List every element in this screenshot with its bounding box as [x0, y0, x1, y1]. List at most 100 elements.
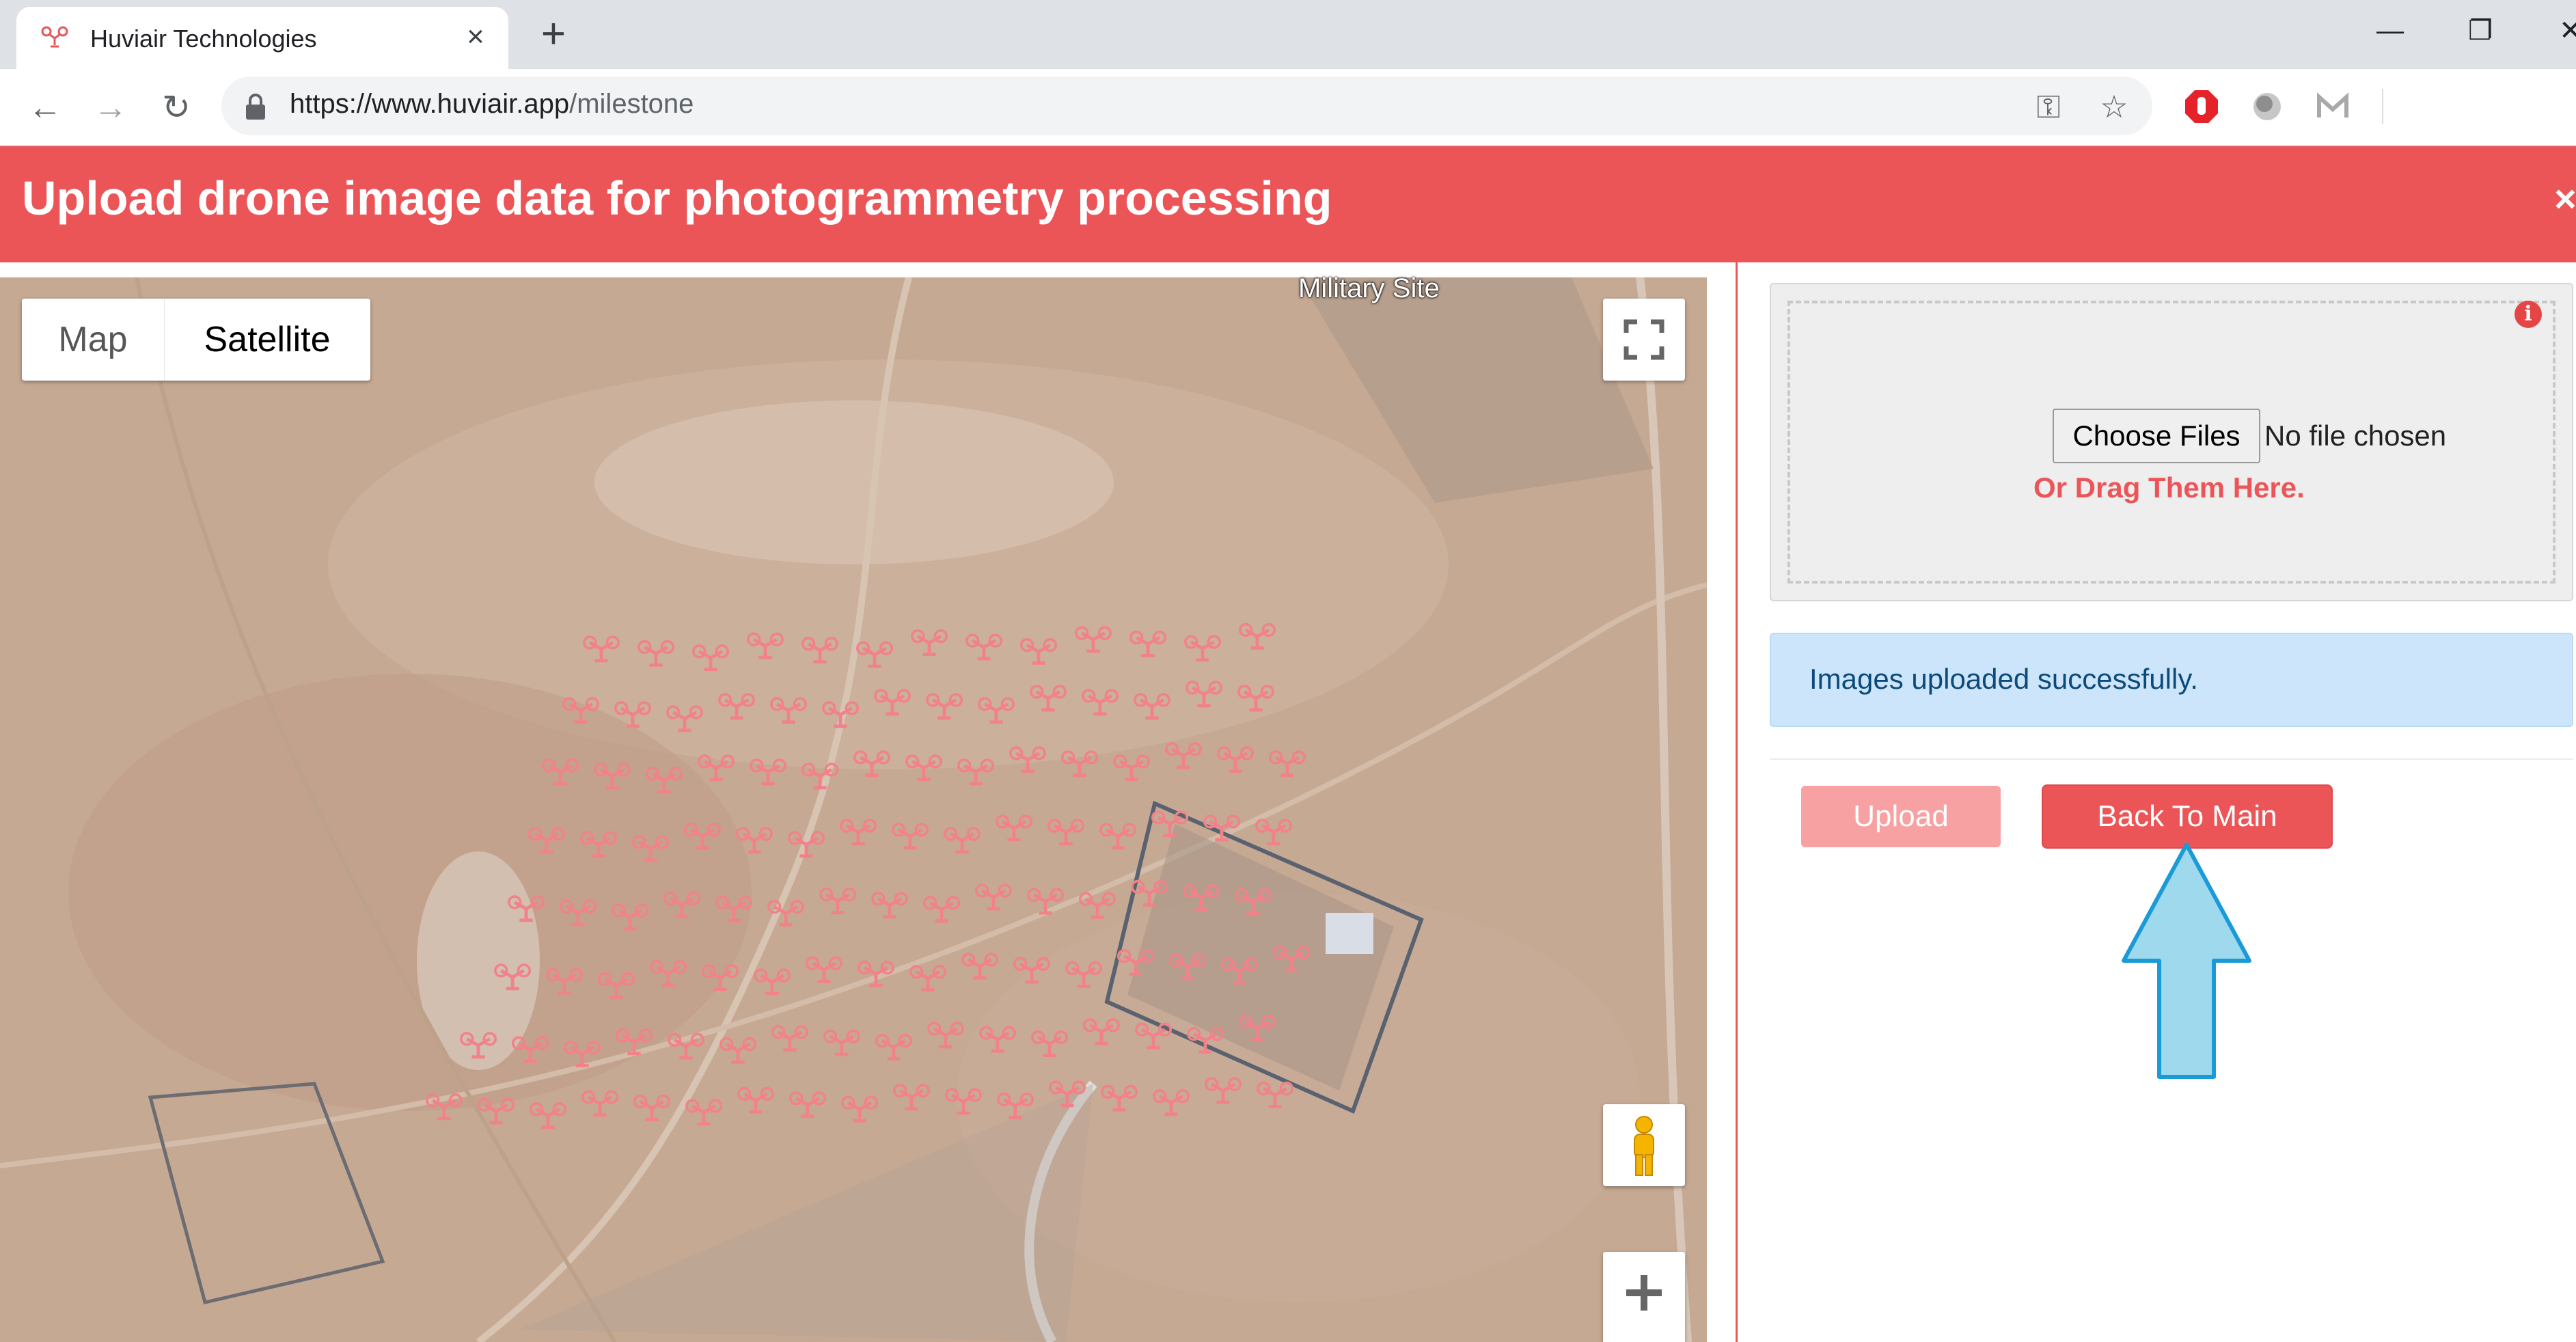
- drone-marker[interactable]: [617, 1030, 651, 1054]
- drone-marker[interactable]: [595, 764, 629, 788]
- drone-marker[interactable]: [427, 1095, 461, 1119]
- url-text[interactable]: https://www.huviair.app/milestone: [290, 89, 694, 120]
- drone-marker[interactable]: [1015, 958, 1049, 982]
- drone-marker[interactable]: [531, 1104, 565, 1127]
- drone-marker[interactable]: [1188, 1028, 1222, 1052]
- drone-marker[interactable]: [1136, 1024, 1170, 1047]
- drone-marker[interactable]: [1274, 947, 1308, 971]
- drone-marker[interactable]: [873, 893, 907, 917]
- close-icon[interactable]: ×: [2554, 176, 2576, 221]
- drone-marker[interactable]: [1031, 686, 1065, 710]
- map-type-satellite-button[interactable]: Satellite: [164, 299, 370, 381]
- drone-marker[interactable]: [739, 1088, 773, 1112]
- drone-marker[interactable]: [1153, 812, 1187, 836]
- drone-marker[interactable]: [737, 828, 771, 852]
- star-icon[interactable]: ☆: [2095, 87, 2133, 126]
- drone-marker[interactable]: [791, 1093, 825, 1117]
- drone-marker[interactable]: [651, 961, 685, 985]
- drone-marker[interactable]: [1076, 627, 1110, 651]
- drone-marker[interactable]: [694, 646, 728, 670]
- drone-marker[interactable]: [842, 1097, 877, 1121]
- drone-marker[interactable]: [1080, 893, 1114, 917]
- drone-marker[interactable]: [1032, 1032, 1067, 1056]
- drone-marker[interactable]: [699, 756, 733, 780]
- choose-files-button[interactable]: Choose Files: [2053, 409, 2260, 463]
- drone-marker[interactable]: [1186, 636, 1220, 660]
- drone-marker[interactable]: [1187, 682, 1221, 706]
- extension-mail-icon[interactable]: [2314, 87, 2352, 126]
- drone-marker[interactable]: [803, 638, 837, 662]
- drone-marker[interactable]: [583, 1091, 617, 1115]
- drone-marker[interactable]: [1028, 889, 1063, 913]
- drone-marker[interactable]: [720, 694, 754, 718]
- drone-marker[interactable]: [929, 1023, 963, 1047]
- drone-marker[interactable]: [1205, 816, 1239, 840]
- drone-marker[interactable]: [875, 690, 909, 714]
- drone-marker[interactable]: [479, 1099, 513, 1123]
- drone-marker[interactable]: [1257, 820, 1291, 844]
- drone-marker[interactable]: [1184, 886, 1218, 909]
- drone-marker[interactable]: [1050, 1082, 1084, 1106]
- drone-marker[interactable]: [855, 752, 889, 776]
- drone-marker[interactable]: [841, 820, 875, 844]
- browser-tab[interactable]: Huviair Technologies ×: [16, 7, 508, 69]
- drone-marker[interactable]: [773, 1026, 807, 1050]
- drone-marker[interactable]: [547, 969, 581, 993]
- drone-marker[interactable]: [530, 828, 564, 852]
- drone-marker[interactable]: [1049, 820, 1083, 844]
- drone-marker[interactable]: [639, 641, 673, 665]
- drone-marker[interactable]: [821, 889, 855, 913]
- drone-marker[interactable]: [1218, 748, 1252, 771]
- drone-marker[interactable]: [1101, 824, 1135, 848]
- drone-marker[interactable]: [1154, 1091, 1188, 1114]
- drone-marker[interactable]: [1084, 1019, 1119, 1043]
- drone-marker[interactable]: [807, 957, 841, 981]
- drone-marker[interactable]: [509, 896, 543, 920]
- drone-marker[interactable]: [687, 1100, 721, 1124]
- drone-marker[interactable]: [1067, 963, 1101, 987]
- drone-marker[interactable]: [1083, 690, 1117, 714]
- close-window-button[interactable]: ✕: [2543, 7, 2576, 55]
- drone-marker[interactable]: [668, 707, 702, 730]
- tab-close-icon[interactable]: ×: [462, 16, 489, 57]
- drone-marker[interactable]: [703, 966, 737, 989]
- drone-marker[interactable]: [543, 760, 577, 784]
- minimize-button[interactable]: —: [2363, 7, 2417, 55]
- drone-marker[interactable]: [1240, 1016, 1274, 1040]
- drone-marker[interactable]: [907, 756, 941, 780]
- drone-marker[interactable]: [495, 965, 530, 989]
- drone-marker[interactable]: [803, 764, 837, 788]
- drone-marker[interactable]: [561, 901, 595, 925]
- drone-marker[interactable]: [1102, 1086, 1136, 1110]
- drone-marker[interactable]: [565, 1042, 599, 1066]
- drone-marker[interactable]: [877, 1035, 911, 1059]
- drone-marker[interactable]: [976, 885, 1011, 909]
- drone-marker[interactable]: [981, 1027, 1015, 1051]
- drone-marker[interactable]: [771, 698, 806, 722]
- drone-marker[interactable]: [633, 836, 668, 860]
- drone-marker[interactable]: [1270, 752, 1304, 776]
- restore-button[interactable]: ❐: [2453, 7, 2508, 55]
- drone-marker[interactable]: [859, 962, 893, 986]
- drone-marker[interactable]: [513, 1037, 547, 1061]
- drone-marker[interactable]: [769, 901, 803, 925]
- drone-marker[interactable]: [1239, 686, 1273, 710]
- drone-marker[interactable]: [748, 633, 782, 657]
- drone-marker[interactable]: [635, 1096, 669, 1120]
- drone-marker[interactable]: [721, 1039, 755, 1063]
- drone-marker[interactable]: [1166, 743, 1201, 767]
- drone-marker[interactable]: [858, 642, 892, 666]
- drone-marker[interactable]: [979, 698, 1013, 722]
- reload-icon[interactable]: ↻: [149, 86, 204, 128]
- drone-marker[interactable]: [1206, 1078, 1240, 1102]
- drone-marker[interactable]: [823, 702, 858, 726]
- fullscreen-button[interactable]: [1603, 299, 1685, 381]
- drone-marker[interactable]: [751, 760, 785, 784]
- drone-marker[interactable]: [717, 897, 751, 921]
- drone-marker[interactable]: [1258, 1083, 1292, 1107]
- drone-marker[interactable]: [963, 954, 997, 978]
- drone-marker[interactable]: [1063, 752, 1097, 776]
- drone-marker[interactable]: [1170, 955, 1205, 978]
- forward-icon[interactable]: →: [83, 86, 138, 128]
- drone-marker[interactable]: [1022, 640, 1056, 663]
